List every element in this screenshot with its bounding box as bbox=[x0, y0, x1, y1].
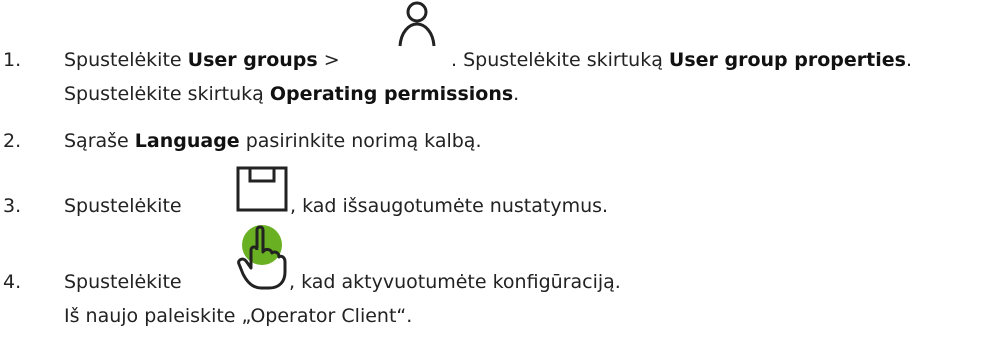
activate-hand-icon bbox=[237, 225, 287, 290]
step-4-number: 4. bbox=[3, 271, 22, 293]
step-2-text: Sąraše Language pasirinkite norimą kalbą… bbox=[64, 130, 482, 152]
operating-permissions-label: Operating permissions bbox=[269, 83, 514, 105]
step-1-line-2: Spustelėkite skirtuką Operating permissi… bbox=[64, 83, 520, 105]
step-1-text: Spustelėkite User groups > bbox=[64, 49, 340, 71]
step-3-number: 3. bbox=[3, 195, 22, 217]
step-1-number: 1. bbox=[3, 49, 22, 71]
step-4-text-start: Spustelėkite bbox=[64, 271, 182, 293]
step-2-number: 2. bbox=[3, 130, 22, 152]
user-groups-label: User groups bbox=[187, 49, 318, 71]
save-icon bbox=[236, 166, 288, 212]
step-3-text-start: Spustelėkite bbox=[64, 195, 182, 217]
step-4-text-end: , kad aktyvuotumėte konfigūraciją. bbox=[289, 271, 621, 293]
step-1-text-cont: . Spustelėkite skirtuką User group prope… bbox=[451, 49, 912, 71]
step-4-line-2: Iš naujo paleiskite „Operator Client“. bbox=[64, 305, 413, 327]
step-3-text-end: , kad išsaugotumėte nustatymus. bbox=[290, 195, 609, 217]
user-group-properties-label: User group properties bbox=[668, 49, 906, 71]
user-icon bbox=[398, 1, 436, 47]
language-label: Language bbox=[134, 130, 240, 152]
